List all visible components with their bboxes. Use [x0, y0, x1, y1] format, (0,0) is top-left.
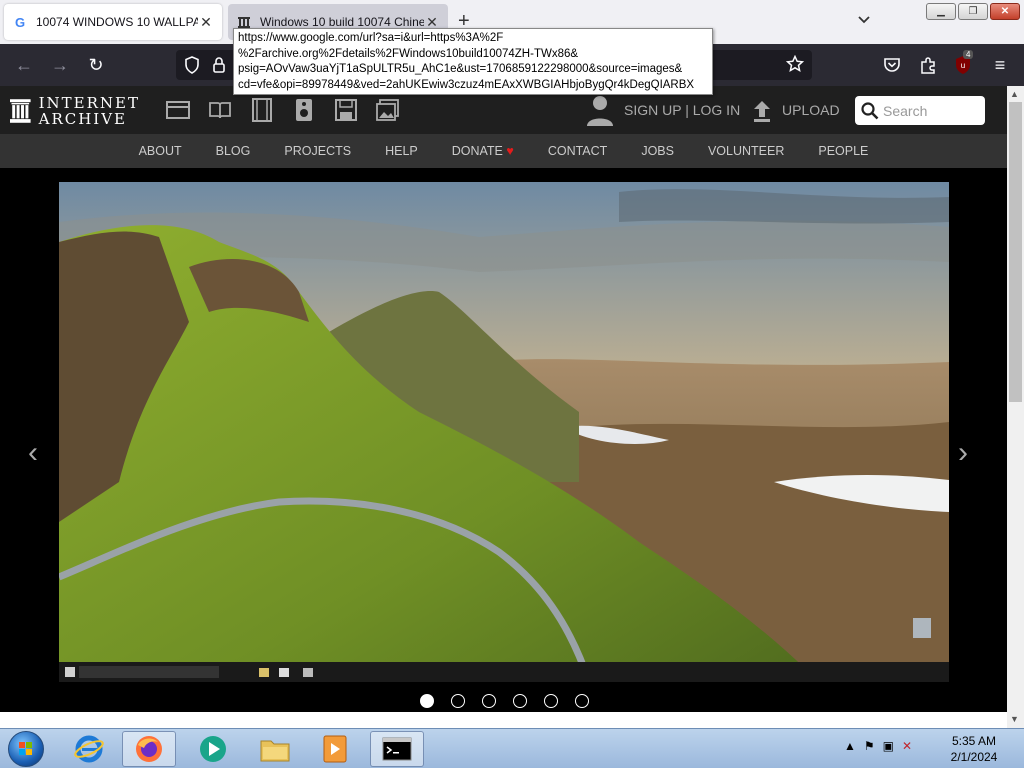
nav-donate[interactable]: DONATE ♥ — [435, 144, 531, 158]
scroll-down-arrow-icon[interactable]: ▼ — [1010, 714, 1019, 724]
search-icon — [861, 101, 879, 119]
upload-arrow-icon — [754, 101, 770, 122]
upload-label: UPLOAD — [782, 102, 840, 118]
nav-people[interactable]: PEOPLE — [801, 144, 885, 158]
close-window-button[interactable]: ✕ — [990, 3, 1020, 20]
svg-text:u: u — [961, 61, 965, 70]
forward-arrow-icon[interactable]: → — [49, 54, 71, 76]
show-hidden-icons-icon[interactable]: ▲ — [844, 739, 856, 753]
internet-explorer-taskbar-button[interactable] — [62, 731, 116, 767]
audio-speaker-icon[interactable] — [292, 98, 316, 122]
extensions-puzzle-icon[interactable] — [917, 54, 939, 76]
web-icon[interactable] — [166, 98, 190, 122]
carousel-dot-1[interactable] — [420, 694, 434, 708]
internet-explorer-icon — [74, 735, 104, 763]
extension-count-badge: 4 — [963, 50, 974, 59]
software-floppy-icon[interactable] — [334, 98, 358, 122]
page-scrollbar[interactable]: ▲ ▼ — [1007, 86, 1024, 728]
video-film-icon[interactable] — [250, 98, 274, 122]
search-box[interactable] — [855, 96, 985, 125]
bookmark-star-icon[interactable] — [785, 54, 805, 78]
clock-date: 2/1/2024 — [950, 750, 998, 764]
close-tab-icon[interactable]: ✕ — [198, 14, 214, 31]
upload-link[interactable]: UPLOAD — [752, 94, 840, 126]
google-icon: G — [14, 14, 26, 30]
nav-contact[interactable]: CONTACT — [531, 144, 625, 158]
system-tray: ▲ ⚑ ▣ ✕ — [844, 739, 912, 753]
windows-logo-icon — [19, 742, 32, 755]
menu-hamburger-icon[interactable]: ≡ — [989, 54, 1011, 76]
signup-login-link[interactable]: SIGN UP | LOG IN — [586, 94, 740, 126]
link-tooltip: https://www.google.com/url?sa=i&url=http… — [233, 28, 713, 95]
carousel-dot-4[interactable] — [513, 694, 527, 708]
tab-title: 10074 WINDOWS 10 WALLPAPER — [36, 15, 198, 29]
heart-icon: ♥ — [506, 144, 514, 158]
logo-text-archive: ARCHIVE — [38, 110, 128, 128]
texts-book-icon[interactable] — [208, 98, 232, 122]
minimize-button[interactable]: ▁ — [926, 3, 956, 20]
carousel-dot-5[interactable] — [544, 694, 558, 708]
donate-label: DONATE — [451, 144, 503, 158]
firefox-taskbar-button[interactable] — [122, 731, 176, 767]
back-arrow-icon[interactable]: ← — [13, 54, 35, 76]
nav-projects[interactable]: PROJECTS — [267, 144, 368, 158]
maximize-button[interactable]: ❐ — [958, 3, 988, 20]
lock-icon[interactable] — [212, 56, 226, 79]
media-player-window-taskbar-button[interactable] — [308, 731, 362, 767]
action-center-flag-icon[interactable]: ⚑ — [864, 739, 875, 753]
media-center-icon — [200, 736, 226, 762]
system-clock[interactable]: 5:35 AM 2/1/2024 — [940, 733, 1008, 765]
wallpaper-screenshot-image[interactable] — [59, 182, 949, 682]
folder-icon — [260, 740, 290, 762]
video-player-icon — [323, 735, 347, 763]
user-avatar-icon — [587, 96, 613, 126]
tab-title: Windows 10 build 10074 Chinese — [260, 15, 424, 29]
internet-archive-logo[interactable]: INTERNET ARCHIVE — [10, 94, 140, 128]
start-button[interactable] — [8, 731, 44, 767]
firefox-icon — [136, 736, 162, 762]
carousel-dot-3[interactable] — [482, 694, 496, 708]
screen: G 10074 WINDOWS 10 WALLPAPER ✕ Windows 1… — [0, 0, 1024, 768]
command-prompt-icon — [382, 737, 412, 761]
reload-icon[interactable]: ↻ — [85, 54, 107, 76]
clock-time: 5:35 AM — [951, 734, 997, 748]
tab-wallpaper[interactable]: G 10074 WINDOWS 10 WALLPAPER ✕ — [4, 4, 222, 40]
nav-blog[interactable]: BLOG — [199, 144, 268, 158]
image-carousel: ‹ › — [0, 168, 1007, 712]
logo-text-internet: INTERNET — [38, 94, 140, 112]
archive-nav: ABOUT BLOG PROJECTS HELP DONATE ♥ CONTAC… — [0, 134, 1007, 168]
carousel-indicators — [420, 694, 589, 708]
scroll-up-arrow-icon[interactable]: ▲ — [1010, 89, 1019, 99]
file-explorer-taskbar-button[interactable] — [248, 731, 302, 767]
archive-building-icon — [10, 99, 31, 123]
previous-slide-chevron-icon[interactable]: ‹ — [28, 436, 38, 470]
next-slide-chevron-icon[interactable]: › — [958, 436, 968, 470]
command-prompt-taskbar-button[interactable] — [370, 731, 424, 767]
page-content-edge — [0, 712, 1007, 728]
images-icon[interactable] — [376, 98, 400, 122]
media-player-taskbar-button[interactable] — [186, 731, 240, 767]
scrollbar-thumb[interactable] — [1009, 102, 1022, 402]
windows-taskbar: ▲ ⚑ ▣ ✕ 5:35 AM 2/1/2024 — [0, 728, 1024, 768]
carousel-dot-2[interactable] — [451, 694, 465, 708]
nav-about[interactable]: ABOUT — [122, 144, 199, 158]
nav-volunteer[interactable]: VOLUNTEER — [691, 144, 801, 158]
list-all-tabs-chevron-icon[interactable] — [856, 12, 872, 28]
media-type-icons — [166, 98, 400, 122]
signup-label: SIGN UP | LOG IN — [624, 102, 741, 118]
volume-muted-icon[interactable]: ✕ — [902, 739, 912, 753]
shield-icon[interactable] — [184, 56, 200, 79]
network-icon[interactable]: ▣ — [883, 739, 894, 753]
nav-jobs[interactable]: JOBS — [624, 144, 691, 158]
search-input[interactable] — [883, 102, 979, 119]
carousel-dot-6[interactable] — [575, 694, 589, 708]
pocket-icon[interactable] — [881, 54, 903, 76]
nav-help[interactable]: HELP — [368, 144, 435, 158]
